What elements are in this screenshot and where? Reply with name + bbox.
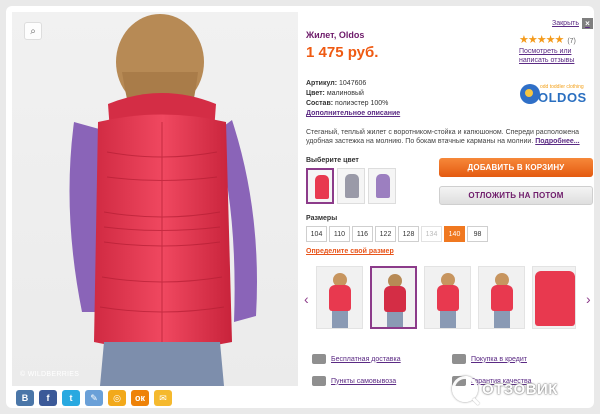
rating-stars: ★★★★★ (7) [519, 33, 576, 46]
mail-ru-icon[interactable]: ◎ [108, 390, 126, 406]
color-swatch-lilac[interactable] [368, 168, 396, 204]
description-more-link[interactable]: Подробнее... [535, 138, 579, 145]
odnoklassniki-icon[interactable]: ок [131, 390, 149, 406]
thumbnails-prev-arrow-icon[interactable]: ‹ [304, 291, 309, 307]
thumbnail-item[interactable] [478, 266, 525, 329]
rating-count: (7) [567, 38, 576, 45]
size-selector: 104 110 116 122 128 134 140 98 [306, 226, 488, 242]
product-quickview: ⌕ © WILDBERRIES В f t ✎ ◎ ок ✉ Жилет, Ol… [6, 6, 594, 408]
vk-icon[interactable]: В [16, 390, 34, 406]
reviews-link-line1: Посмотреть или [519, 48, 572, 55]
pickup-icon [312, 376, 326, 386]
zoom-icon[interactable]: ⌕ [24, 22, 42, 40]
email-icon[interactable]: ✉ [154, 390, 172, 406]
image-watermark: © WILDBERRIES [20, 371, 80, 378]
product-price: 1 475 руб. [306, 44, 379, 61]
perk-credit[interactable]: Покупка в кредит [452, 354, 527, 364]
sizes-label: Размеры [306, 215, 338, 222]
save-for-later-button[interactable]: ОТЛОЖИТЬ НА ПОТОМ [439, 186, 593, 205]
credit-icon [452, 354, 466, 364]
close-label: Закрыть [552, 20, 579, 27]
size-option-disabled: 134 [421, 226, 442, 242]
brand-ball-icon [520, 84, 540, 104]
brand-name: OLDOS [538, 90, 587, 105]
size-guide-link[interactable]: Определите свой размер [306, 248, 394, 255]
color-label: Цвет: [306, 90, 325, 97]
close-button[interactable]: Закрыть × [552, 18, 593, 29]
perk-pickup-label: Пункты самовывоза [331, 377, 397, 385]
size-option[interactable]: 116 [352, 226, 373, 242]
thumbnail-carousel [316, 266, 576, 329]
size-option[interactable]: 128 [398, 226, 419, 242]
color-swatches [306, 168, 396, 204]
brand-logo[interactable]: odd toddler clothing OLDOS [518, 78, 594, 112]
add-to-cart-button[interactable]: ДОБАВИТЬ В КОРЗИНУ [439, 158, 593, 177]
color-value: малиновый [326, 90, 364, 97]
perk-delivery[interactable]: Бесплатная доставка [312, 354, 401, 364]
truck-icon [312, 354, 326, 364]
more-description-link[interactable]: Дополнительное описание [306, 109, 400, 119]
livejournal-icon[interactable]: ✎ [85, 390, 103, 406]
article-label: Артикул: [306, 80, 338, 87]
thumbnail-item-selected[interactable] [370, 266, 417, 329]
perk-credit-label: Покупка в кредит [471, 355, 527, 363]
size-option-selected[interactable]: 140 [444, 226, 465, 242]
composition-value: полиэстер 100% [335, 100, 389, 107]
girl-in-vest-illustration [69, 14, 257, 386]
perk-delivery-label: Бесплатная доставка [331, 355, 401, 363]
size-option[interactable]: 122 [375, 226, 396, 242]
star-icons: ★★★★★ [519, 34, 564, 46]
magnifier-icon [452, 376, 478, 402]
thumbnails-next-arrow-icon[interactable]: › [586, 291, 591, 307]
thumbnail-item[interactable] [424, 266, 471, 329]
reviews-link-line2: написать отзывы [519, 57, 575, 64]
product-main-image[interactable]: ⌕ © WILDBERRIES [12, 12, 298, 386]
product-title: Жилет, Oldos [306, 30, 365, 40]
size-option[interactable]: 110 [329, 226, 350, 242]
social-share-bar: В f t ✎ ◎ ок ✉ [16, 390, 172, 406]
color-swatch-grey[interactable] [337, 168, 365, 204]
size-option[interactable]: 98 [467, 226, 488, 242]
perk-pickup[interactable]: Пункты самовывоза [312, 376, 396, 386]
size-option[interactable]: 104 [306, 226, 327, 242]
twitter-icon[interactable]: t [62, 390, 80, 406]
thumbnail-item[interactable] [532, 266, 576, 329]
product-attributes: Артикул: 1047606 Цвет: малиновый Состав:… [306, 79, 400, 119]
reviews-link[interactable]: Посмотреть или написать отзывы [519, 47, 574, 65]
thumbnail-item[interactable] [316, 266, 363, 329]
article-value: 1047606 [339, 80, 367, 87]
composition-label: Состав: [306, 100, 334, 107]
close-icon: × [581, 18, 593, 29]
color-swatch-raspberry[interactable] [306, 168, 334, 204]
otzovik-logo-text: ОТЗОВИК [482, 380, 558, 398]
facebook-icon[interactable]: f [39, 390, 57, 406]
color-section-label: Выберите цвет [306, 157, 359, 164]
product-description: Стеганый, теплый жилет с воротником-стой… [306, 128, 592, 146]
otzovik-watermark: ОТЗОВИК [452, 374, 592, 404]
